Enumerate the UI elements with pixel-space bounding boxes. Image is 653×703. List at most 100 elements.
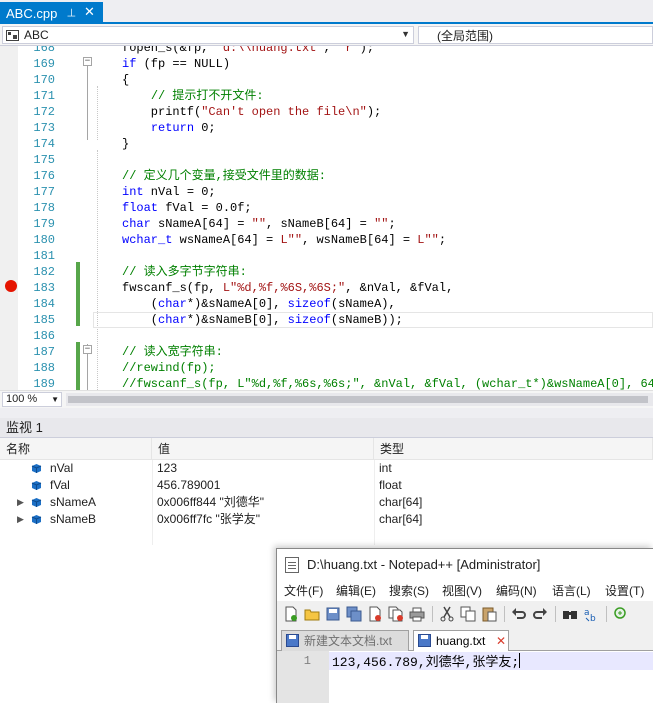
code-text[interactable]: // 读入宽字符串:	[122, 344, 223, 360]
code-line[interactable]: 173 return 0;	[0, 120, 653, 136]
menu-edit[interactable]: 编辑(E)	[336, 581, 376, 601]
file-content[interactable]: 123,456.789,刘德华,张学友;	[332, 653, 521, 671]
line-number: 182	[33, 265, 55, 279]
column-header-name[interactable]: 名称	[0, 438, 152, 460]
code-line[interactable]: 182 // 读入多字节字符串:	[0, 264, 653, 280]
code-text[interactable]: //fwscanf_s(fp, L"%d,%f,%6s,%6s;", &nVal…	[122, 376, 653, 390]
code-line[interactable]: 177 int nVal = 0;	[0, 184, 653, 200]
scope-dropdown[interactable]: ABC ▼	[2, 26, 414, 44]
notepadpp-title-bar[interactable]: D:\huang.txt - Notepad++ [Administrator]	[277, 549, 653, 581]
open-file-icon[interactable]	[304, 606, 320, 622]
close-all-icon[interactable]	[388, 606, 404, 622]
pin-icon[interactable]: ⊣	[64, 8, 77, 18]
variable-icon	[31, 515, 42, 524]
code-line[interactable]: 180 wchar_t wsNameA[64] = L"", wsNameB[64…	[0, 232, 653, 248]
replace-icon[interactable]: ab	[583, 606, 599, 622]
tab-huang-txt[interactable]: huang.txt ✕	[413, 630, 509, 651]
code-text[interactable]: {	[122, 72, 129, 88]
code-text[interactable]: (char*)&sNameA[0], sizeof(sNameA),	[122, 296, 396, 312]
column-header-value[interactable]: 值	[152, 438, 374, 460]
menu-view[interactable]: 视图(V)	[442, 581, 482, 601]
notepadpp-editor[interactable]: 1 123,456.789,刘德华,张学友;	[277, 651, 653, 703]
code-text[interactable]: int nVal = 0;	[122, 184, 216, 200]
watch-row[interactable]: fVal 456.789001 float	[0, 477, 653, 494]
code-line[interactable]: 188 //rewind(fp);	[0, 360, 653, 376]
code-line[interactable]: 179 char sNameA[64] = "", sNameB[64] = ""…	[0, 216, 653, 232]
watch-row[interactable]: ▶ sNameA 0x006ff844 "刘德华" char[64]	[0, 494, 653, 511]
close-file-icon[interactable]	[367, 606, 383, 622]
code-line[interactable]: 183 fwscanf_s(fp, L"%d,%f,%6S,%6S;", &nVa…	[0, 280, 653, 296]
code-line[interactable]: 187 // 读入宽字符串:	[0, 344, 653, 360]
close-icon[interactable]: ✕	[496, 631, 506, 651]
code-text[interactable]: // 提示打不开文件:	[122, 88, 264, 104]
code-text[interactable]: (char*)&sNameB[0], sizeof(sNameB));	[122, 312, 403, 328]
copy-icon[interactable]	[460, 606, 476, 622]
code-line[interactable]: 172 printf("Can't open the file\n");	[0, 104, 653, 120]
code-line[interactable]: 184 (char*)&sNameA[0], sizeof(sNameA),	[0, 296, 653, 312]
code-line[interactable]: 171 // 提示打不开文件:	[0, 88, 653, 104]
code-line[interactable]: 189 //fwscanf_s(fp, L"%d,%f,%6s,%6s;", &n…	[0, 376, 653, 390]
watch-row[interactable]: ▶ sNameB 0x006ff7fc "张学友" char[64]	[0, 511, 653, 528]
zoom-in-icon[interactable]	[613, 606, 629, 622]
save-icon[interactable]	[325, 606, 341, 622]
variable-icon	[31, 481, 42, 490]
tab-new-text-doc[interactable]: 新建文本文档.txt	[281, 630, 409, 651]
code-line[interactable]: 175	[0, 152, 653, 168]
code-text[interactable]: fopen_s(&fp, "d:\\huang.txt", "r");	[122, 46, 374, 56]
undo-icon[interactable]	[511, 606, 527, 622]
cut-icon[interactable]	[439, 606, 455, 622]
save-all-icon[interactable]	[346, 606, 362, 622]
menu-settings[interactable]: 设置(T)	[605, 581, 644, 601]
code-line[interactable]: 169 if (fp == NULL)	[0, 56, 653, 72]
code-line[interactable]: 185 (char*)&sNameB[0], sizeof(sNameB));	[0, 312, 653, 328]
column-header-type[interactable]: 类型	[374, 438, 653, 460]
redo-icon[interactable]	[532, 606, 548, 622]
scrollbar-thumb[interactable]	[68, 396, 648, 403]
code-line[interactable]: 170 {	[0, 72, 653, 88]
code-text[interactable]: char sNameA[64] = "", sNameB[64] = "";	[122, 216, 396, 232]
code-text[interactable]: wchar_t wsNameA[64] = L"", wsNameB[64] =…	[122, 232, 446, 248]
line-number: 173	[33, 121, 55, 135]
watch-value[interactable]: 456.789001	[157, 477, 220, 494]
horizontal-scrollbar[interactable]	[66, 393, 653, 406]
watch-row[interactable]: nVal 123 int	[0, 460, 653, 477]
new-file-icon[interactable]	[283, 606, 299, 622]
code-line[interactable]: 168 fopen_s(&fp, "d:\\huang.txt", "r");	[0, 46, 653, 56]
menu-encoding[interactable]: 编码(N)	[496, 581, 537, 601]
watch-value[interactable]: 0x006ff844 "刘德华"	[157, 494, 264, 511]
menu-language[interactable]: 语言(L)	[552, 581, 591, 601]
zoom-dropdown[interactable]: 100 % ▼	[2, 392, 62, 407]
watch-value[interactable]: 0x006ff7fc "张学友"	[157, 511, 260, 528]
find-icon[interactable]	[562, 606, 578, 622]
code-text[interactable]: // 读入多字节字符串:	[122, 264, 247, 280]
code-text[interactable]: return 0;	[122, 120, 216, 136]
menu-file[interactable]: 文件(F)	[284, 581, 323, 601]
close-icon[interactable]: ✕	[84, 4, 95, 20]
expand-arrow-icon[interactable]: ▶	[17, 494, 24, 511]
code-line[interactable]: 176 // 定义几个变量,接受文件里的数据:	[0, 168, 653, 184]
zoom-level: 100 %	[6, 393, 38, 405]
code-text[interactable]: printf("Can't open the file\n");	[122, 104, 381, 120]
pane-splitter[interactable]	[0, 408, 653, 418]
watch-type: int	[379, 461, 392, 475]
menu-search[interactable]: 搜索(S)	[389, 581, 429, 601]
code-line[interactable]: 174}	[0, 136, 653, 152]
tab-abc-cpp[interactable]: ABC.cpp ⊣ ✕	[0, 2, 103, 24]
watch-value[interactable]: 123	[157, 460, 177, 477]
code-editor[interactable]: − − 168 fopen_s(&fp, "d:\\huang.txt", "r"…	[0, 46, 653, 390]
code-text[interactable]: float fVal = 0.0f;	[122, 200, 252, 216]
expand-arrow-icon[interactable]: ▶	[17, 511, 24, 528]
code-line[interactable]: 181	[0, 248, 653, 264]
code-text[interactable]: }	[122, 136, 129, 152]
code-line[interactable]: 178 float fVal = 0.0f;	[0, 200, 653, 216]
print-icon[interactable]	[409, 606, 425, 622]
code-text[interactable]: fwscanf_s(fp, L"%d,%f,%6S,%6S;", &nVal, …	[122, 280, 453, 296]
code-text[interactable]: if (fp == NULL)	[122, 56, 230, 72]
code-line[interactable]: 186	[0, 328, 653, 344]
code-text[interactable]: //rewind(fp);	[122, 360, 216, 376]
line-number: 185	[33, 313, 55, 327]
notepadpp-window[interactable]: D:\huang.txt - Notepad++ [Administrator]…	[276, 548, 653, 703]
paste-icon[interactable]	[481, 606, 497, 622]
code-text[interactable]: // 定义几个变量,接受文件里的数据:	[122, 168, 326, 184]
member-dropdown[interactable]: (全局范围)	[418, 26, 653, 44]
